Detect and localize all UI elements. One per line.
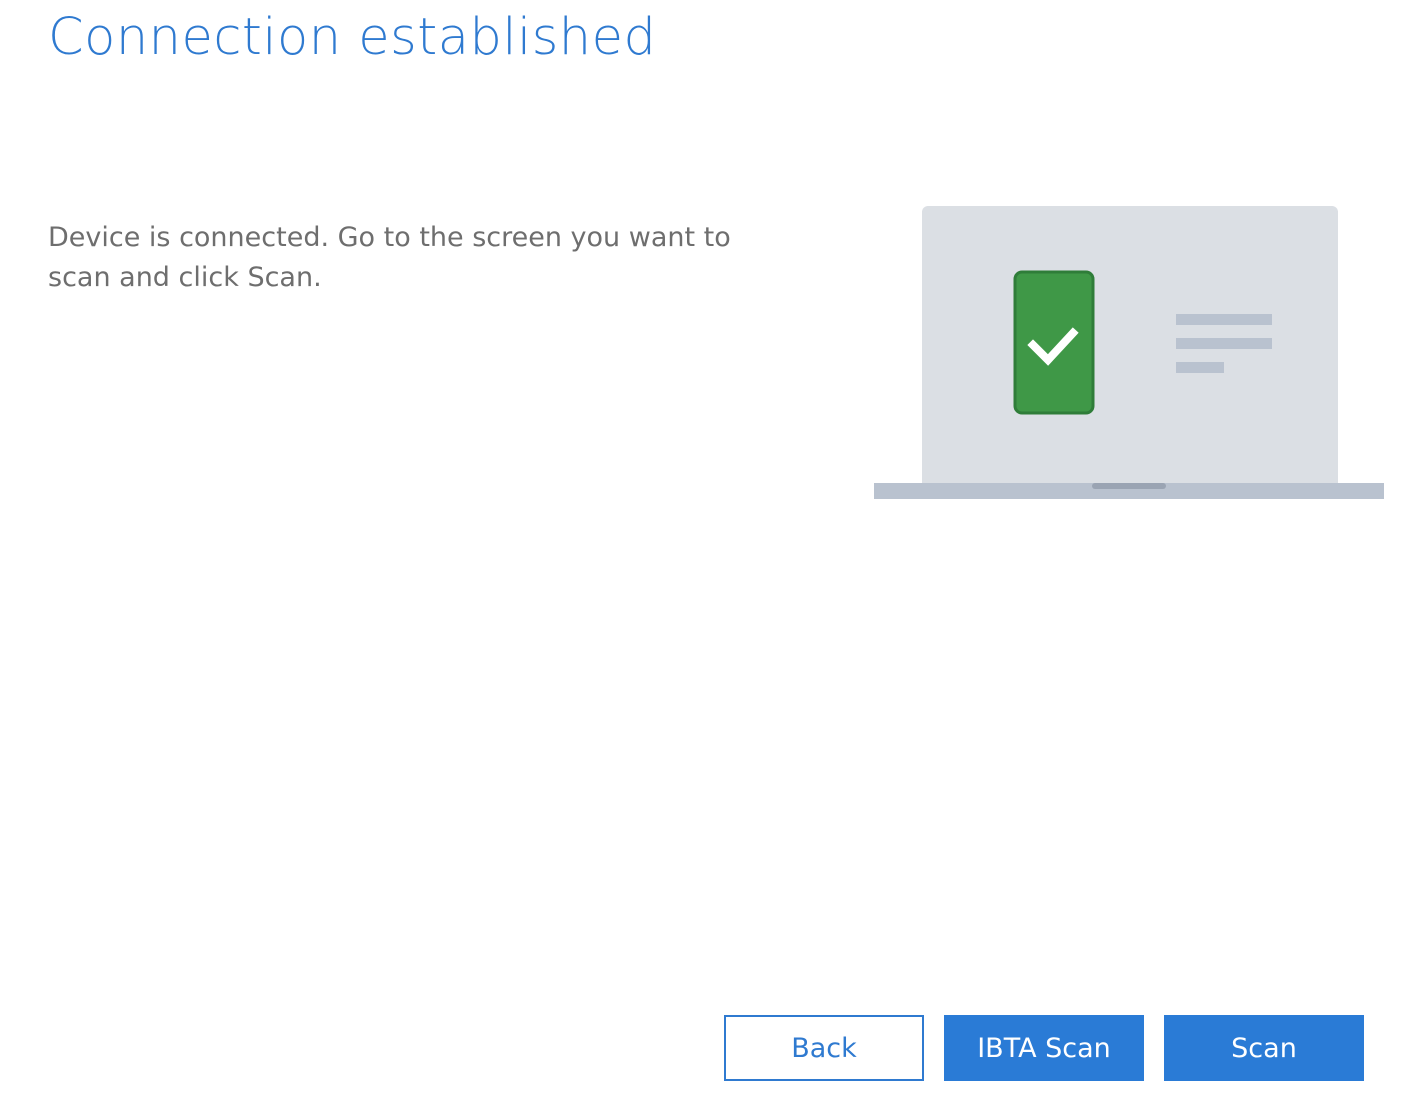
connected-device-illustration (874, 206, 1384, 499)
scan-button[interactable]: Scan (1164, 1015, 1364, 1081)
laptop-icon (874, 206, 1384, 499)
ibta-scan-button[interactable]: IBTA Scan (944, 1015, 1144, 1081)
phone-icon (1013, 270, 1095, 415)
back-button[interactable]: Back (724, 1015, 924, 1081)
connection-page: Connection established Device is connect… (0, 0, 1416, 1100)
page-title: Connection established (48, 8, 657, 67)
instruction-text: Device is connected. Go to the screen yo… (48, 222, 731, 293)
